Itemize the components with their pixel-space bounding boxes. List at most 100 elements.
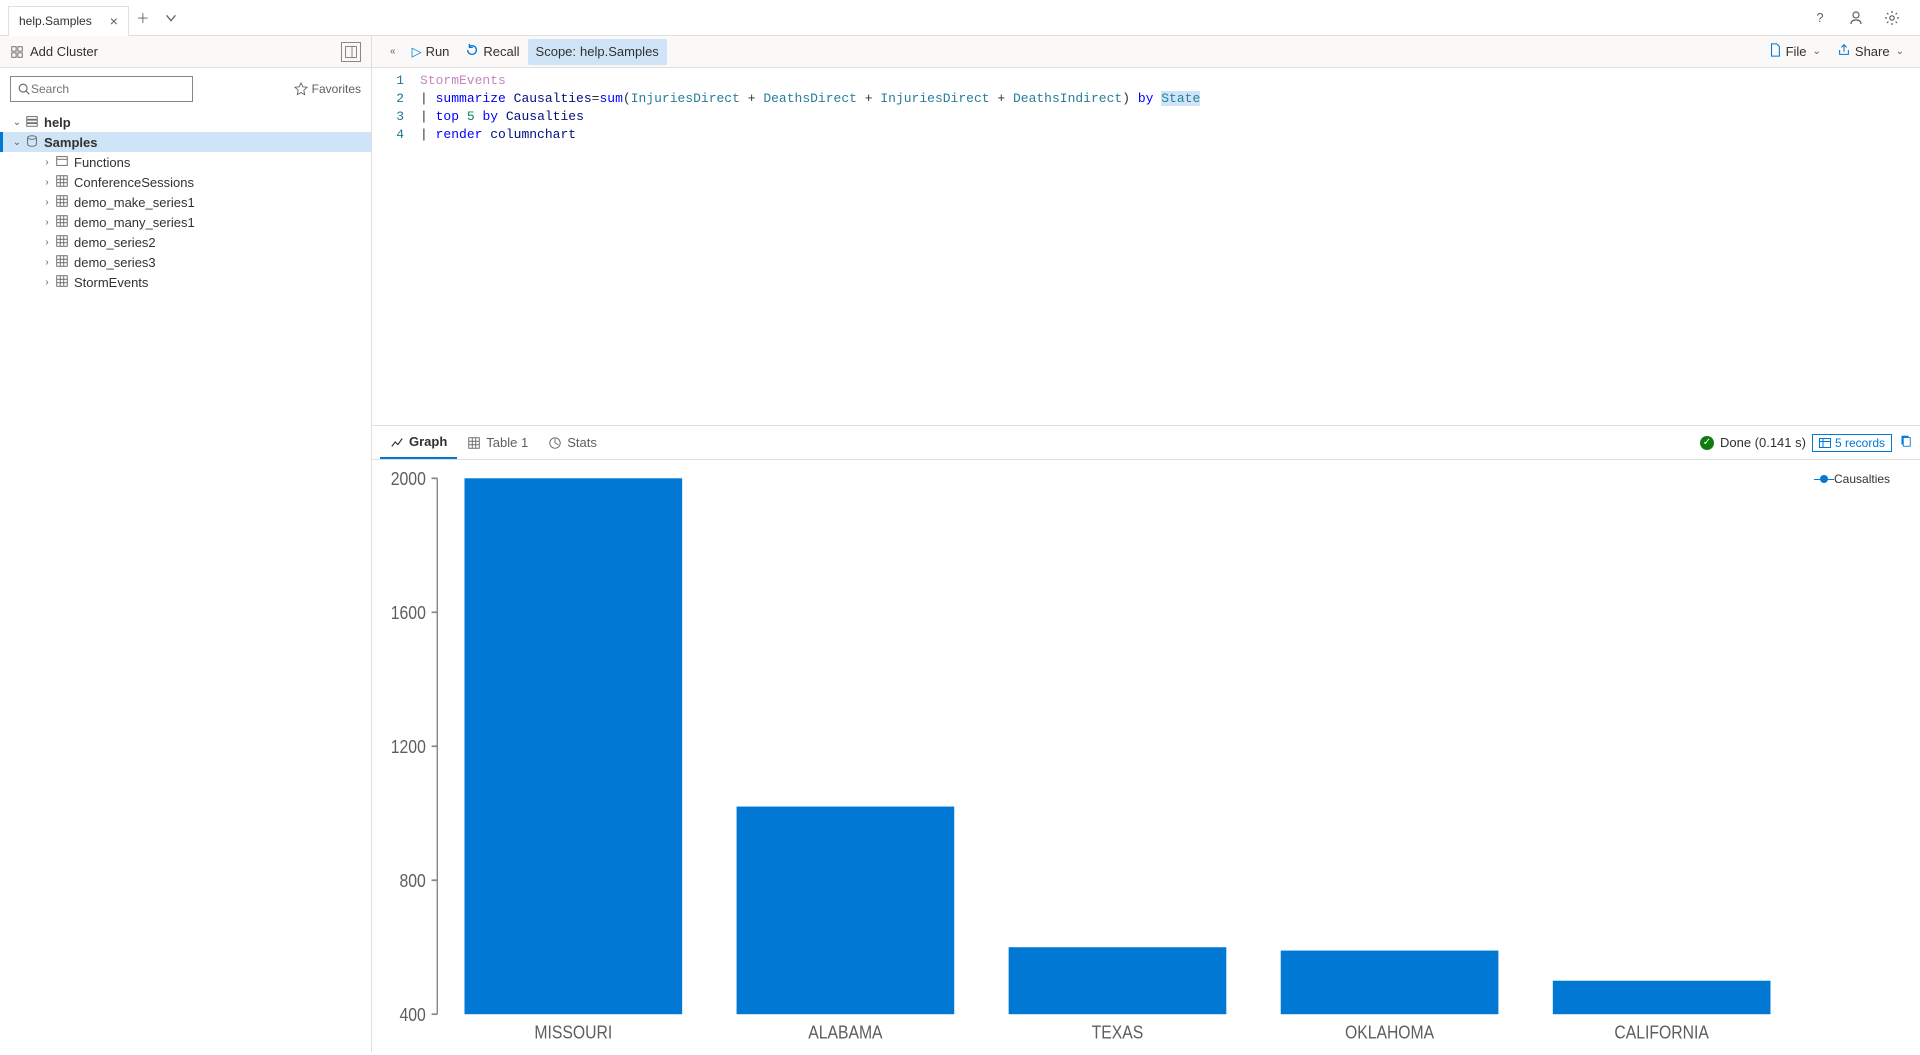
chevron-right-icon: › (40, 277, 54, 288)
chart-icon (390, 435, 404, 449)
database-icon (24, 134, 40, 151)
copy-icon[interactable] (1898, 434, 1912, 451)
chevron-down-icon: ⌄ (1813, 46, 1821, 57)
scope-selector[interactable]: Scope: help.Samples (528, 39, 667, 65)
svg-text:400: 400 (400, 1004, 426, 1026)
tree-item-stormevents[interactable]: › StormEvents (0, 272, 371, 292)
tree-cluster-help[interactable]: ⌄ help (0, 112, 371, 132)
search-input[interactable] (31, 82, 186, 96)
tab-graph[interactable]: Graph (380, 426, 457, 459)
status-text: Done (0.141 s) (1720, 435, 1806, 450)
tree-item-label: ConferenceSessions (74, 175, 194, 190)
tree-item-demo_series3[interactable]: › demo_series3 (0, 252, 371, 272)
tab-help-samples[interactable]: help.Samples × (8, 6, 129, 36)
bar-california[interactable] (1553, 981, 1771, 1014)
svg-text:MISSOURI: MISSOURI (534, 1021, 612, 1043)
chevron-right-icon: › (40, 217, 54, 228)
chevron-down-icon: ⌄ (10, 117, 24, 128)
svg-text:1200: 1200 (391, 736, 426, 758)
new-tab-button[interactable]: ＋ (129, 4, 157, 32)
tree-item-demo_series2[interactable]: › demo_series2 (0, 232, 371, 252)
tab-stats[interactable]: Stats (538, 426, 607, 459)
table-icon (54, 174, 70, 191)
tree-item-functions[interactable]: ›Functions (0, 152, 371, 172)
tree-item-label: demo_make_series1 (74, 195, 195, 210)
feedback-icon[interactable] (1842, 4, 1870, 32)
tree-item-label: demo_many_series1 (74, 215, 195, 230)
tab-graph-label: Graph (409, 434, 447, 449)
bar-alabama[interactable] (737, 807, 955, 1015)
svg-text:800: 800 (400, 870, 426, 892)
table-icon (54, 214, 70, 231)
file-menu[interactable]: File ⌄ (1760, 39, 1829, 65)
chevron-down-icon: ⌄ (10, 137, 24, 148)
line-gutter: 1 2 3 4 (372, 68, 412, 425)
records-count[interactable]: 5 records (1812, 434, 1892, 452)
panel-toggle-icon[interactable] (341, 42, 361, 62)
tab-table[interactable]: Table 1 (457, 426, 538, 459)
svg-text:1600: 1600 (391, 602, 426, 624)
star-icon (294, 82, 308, 96)
success-icon: ✓ (1700, 436, 1714, 450)
table-icon (467, 436, 481, 450)
favorites-label: Favorites (312, 82, 361, 96)
tree-item-label: demo_series3 (74, 255, 156, 270)
favorites-button[interactable]: Favorites (294, 82, 361, 96)
sidebar: Add Cluster Favorites ⌄ (0, 36, 372, 1052)
table-icon (54, 254, 70, 271)
table-icon (54, 234, 70, 251)
cluster-node-icon (24, 114, 40, 131)
file-label: File (1786, 44, 1807, 59)
functions-icon (54, 154, 70, 171)
tree-cluster-label: help (44, 115, 71, 130)
help-icon[interactable]: ? (1806, 4, 1834, 32)
bar-oklahoma[interactable] (1281, 951, 1499, 1015)
table-icon (54, 274, 70, 291)
code-area[interactable]: StormEvents| summarize Causalties=sum(In… (412, 68, 1200, 425)
bar-missouri[interactable] (464, 478, 682, 1014)
tree-item-label: StormEvents (74, 275, 148, 290)
table-icon (54, 194, 70, 211)
share-menu[interactable]: Share ⌄ (1829, 39, 1912, 65)
tree-item-label: Functions (74, 155, 130, 170)
recall-label: Recall (483, 44, 519, 59)
svg-text:CALIFORNIA: CALIFORNIA (1614, 1021, 1709, 1043)
search-input-wrapper[interactable] (10, 76, 193, 102)
share-label: Share (1855, 44, 1890, 59)
share-icon (1837, 43, 1851, 60)
tab-stats-label: Stats (567, 435, 597, 450)
cluster-icon (10, 45, 24, 59)
stats-icon (548, 436, 562, 450)
close-tab-icon[interactable]: × (110, 13, 118, 29)
svg-text:2000: 2000 (391, 468, 426, 490)
tabs-dropdown-icon[interactable] (157, 4, 185, 32)
svg-text:OKLAHOMA: OKLAHOMA (1345, 1021, 1435, 1043)
tree-item-demo_many_series1[interactable]: › demo_many_series1 (0, 212, 371, 232)
run-label: Run (426, 44, 450, 59)
chevron-right-icon: › (40, 257, 54, 268)
bar-texas[interactable] (1009, 947, 1227, 1014)
legend-item[interactable]: Causalties (1820, 472, 1904, 486)
add-cluster-button[interactable]: Add Cluster (10, 44, 98, 59)
legend-marker-icon (1820, 475, 1828, 483)
scope-value: help.Samples (580, 44, 659, 59)
tree-database-samples[interactable]: ⌄ Samples (0, 132, 371, 152)
search-icon (17, 82, 31, 96)
tree-item-label: demo_series2 (74, 235, 156, 250)
scope-prefix: Scope: (536, 44, 576, 59)
chevron-right-icon: › (40, 237, 54, 248)
connection-tree: ⌄ help ⌄ Samples ›Functions›ConferenceSe… (0, 110, 371, 1052)
query-toolbar: « ▷ Run Recall Scope: help.Samples File (372, 36, 1920, 68)
chevron-right-icon: › (40, 177, 54, 188)
status-bar: ✓ Done (0.141 s) 5 records (1700, 434, 1912, 452)
run-button[interactable]: ▷ Run (404, 39, 458, 65)
svg-text:TEXAS: TEXAS (1092, 1021, 1144, 1043)
tree-item-conferencesessions[interactable]: › ConferenceSessions (0, 172, 371, 192)
settings-icon[interactable] (1878, 4, 1906, 32)
play-icon: ▷ (412, 44, 422, 60)
results-tabs: Graph Table 1 Stats ✓ Done (0.141 s) 5 r… (372, 426, 1920, 460)
query-editor[interactable]: 1 2 3 4 StormEvents| summarize Causaltie… (372, 68, 1920, 426)
tree-item-demo_make_series1[interactable]: ›demo_make_series1 (0, 192, 371, 212)
recall-button[interactable]: Recall (457, 39, 527, 65)
collapse-left-button[interactable]: « (380, 39, 404, 65)
